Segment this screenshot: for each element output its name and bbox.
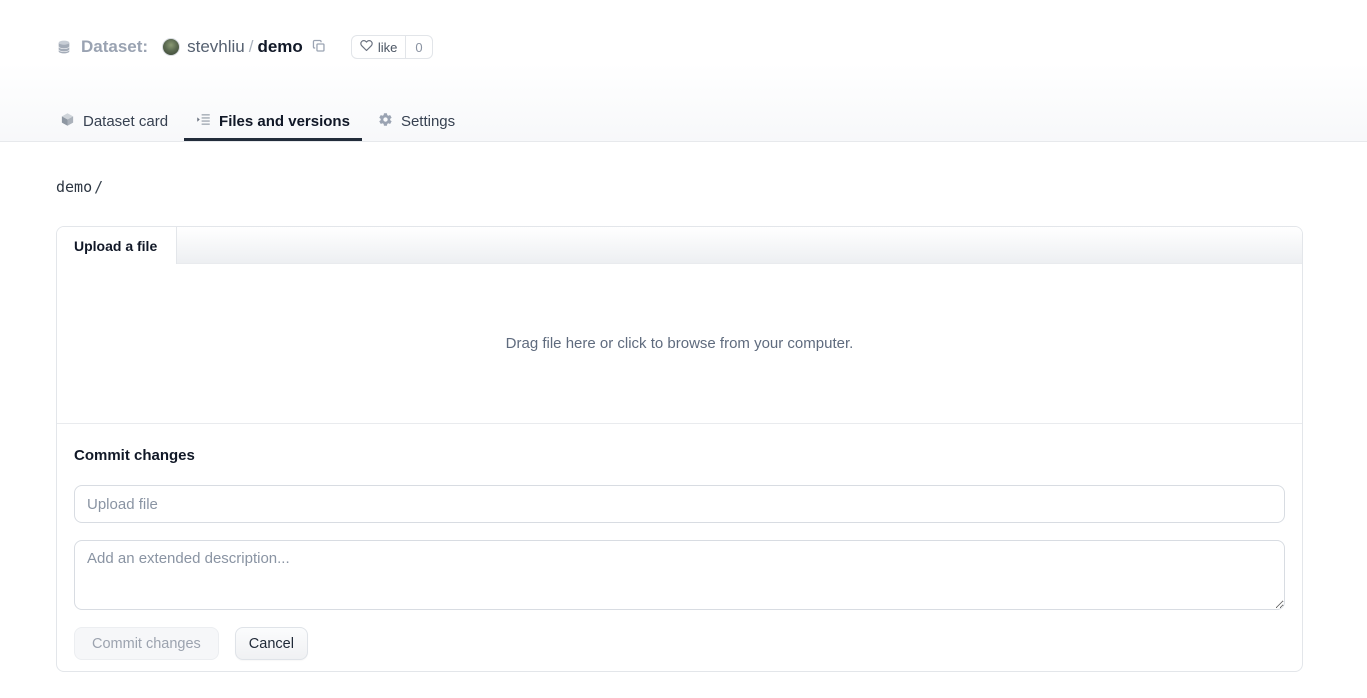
tab-upload-a-file[interactable]: Upload a file	[57, 227, 177, 264]
tab-label: Files and versions	[219, 113, 350, 130]
like-button-main: like	[352, 36, 406, 58]
gear-icon	[378, 112, 393, 131]
breadcrumb-repo-link[interactable]: demo	[56, 178, 92, 196]
commit-description-textarea[interactable]	[74, 540, 1285, 610]
repo-tab-bar: Dataset card Files and versions	[0, 105, 1367, 141]
list-versions-icon	[196, 112, 211, 131]
like-label: like	[378, 40, 398, 55]
like-button[interactable]: like 0	[351, 35, 433, 59]
commit-form: Commit changes Commit changes Cancel	[57, 424, 1302, 672]
tab-label: Settings	[401, 113, 455, 130]
cube-icon	[60, 112, 75, 131]
commit-actions: Commit changes Cancel	[74, 627, 1285, 660]
file-dropzone[interactable]: Drag file here or click to browse from y…	[57, 264, 1302, 424]
repo-name-link[interactable]: demo	[257, 37, 302, 57]
database-icon	[56, 39, 72, 55]
tab-settings[interactable]: Settings	[366, 105, 467, 141]
tab-dataset-card[interactable]: Dataset card	[48, 105, 180, 141]
tab-label: Dataset card	[83, 113, 168, 130]
upload-panel: Upload a file Drag file here or click to…	[56, 226, 1303, 672]
dropzone-text: Drag file here or click to browse from y…	[506, 335, 854, 352]
tab-files-and-versions[interactable]: Files and versions	[184, 105, 362, 141]
main-content: demo / Upload a file Drag file here or c…	[0, 177, 1367, 672]
owner-link[interactable]: stevhliu	[187, 37, 245, 57]
breadcrumb: demo /	[56, 177, 1303, 197]
breadcrumb-separator: /	[94, 178, 103, 196]
commit-summary-input[interactable]	[74, 485, 1285, 523]
copy-repo-name-button[interactable]	[312, 39, 326, 56]
repo-type-label: Dataset:	[81, 37, 148, 57]
avatar[interactable]	[162, 38, 180, 56]
repo-header: Dataset: stevhliu / demo like 0	[0, 0, 1367, 142]
commit-changes-button[interactable]: Commit changes	[74, 627, 219, 660]
repo-title-row: Dataset: stevhliu / demo like 0	[0, 33, 1367, 61]
heart-icon	[360, 39, 373, 55]
copy-icon	[312, 39, 326, 56]
commit-form-title: Commit changes	[74, 447, 1285, 464]
cancel-button[interactable]: Cancel	[235, 627, 308, 660]
like-count: 0	[405, 36, 431, 58]
name-separator: /	[249, 37, 254, 57]
upload-panel-tabstrip: Upload a file	[57, 227, 1302, 264]
